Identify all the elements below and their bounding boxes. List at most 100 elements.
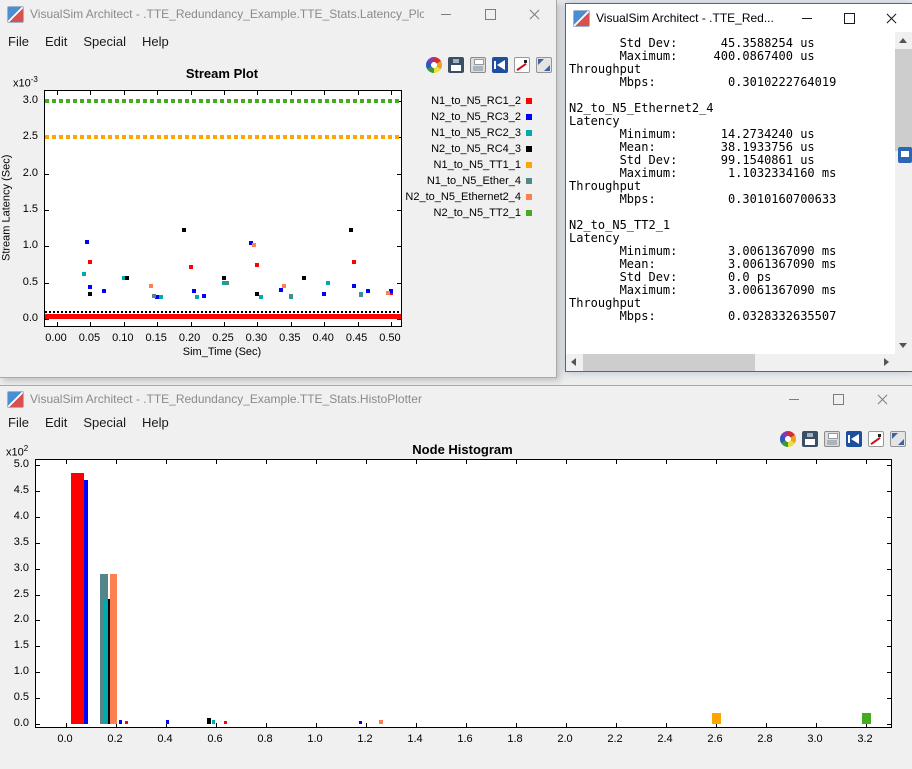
series-line-solid (45, 314, 401, 319)
palette-icon[interactable] (426, 57, 442, 73)
data-point (189, 265, 193, 269)
y-tick-label: 4.0 (0, 510, 29, 522)
y-tick-mark (36, 569, 40, 570)
x-tick-mark (324, 91, 325, 95)
legend-swatch (526, 210, 532, 216)
x-tick-mark (566, 460, 567, 464)
histogram-plot-canvas[interactable] (35, 459, 892, 728)
stream-plot-canvas[interactable] (44, 90, 402, 327)
x-tick-label: 0.45 (340, 332, 374, 344)
histogram-bar (207, 718, 211, 724)
minimize-button[interactable] (772, 386, 816, 412)
menu-help[interactable]: Help (134, 413, 177, 432)
legend-entry: N2_to_N5_Ethernet2_4 (404, 189, 532, 205)
x-tick-mark (216, 460, 217, 464)
scroll-right-arrow[interactable] (878, 354, 895, 371)
titlebar[interactable]: VisualSim Architect - .TTE_Redundancy_Ex… (0, 386, 912, 412)
vertical-scroll-thumb[interactable] (895, 49, 912, 151)
maximize-button[interactable] (828, 4, 870, 32)
minimize-button[interactable] (786, 4, 828, 32)
x-tick-label: 3.2 (848, 733, 882, 745)
x-tick-label: 1.8 (498, 733, 532, 745)
data-point (279, 288, 283, 292)
y-tick-mark (887, 491, 891, 492)
titlebar[interactable]: VisualSim Architect - .TTE_Redundancy_Ex… (0, 0, 556, 28)
legend-label: N1_to_N5_RC1_2 (431, 95, 521, 107)
print-icon[interactable] (470, 57, 486, 73)
minimize-button[interactable] (424, 0, 468, 28)
x-tick-label: 1.4 (398, 733, 432, 745)
menu-file[interactable]: File (0, 413, 37, 432)
x-tick-mark (124, 91, 125, 95)
y-tick-mark (887, 465, 891, 466)
rewind-icon[interactable] (492, 57, 508, 73)
menu-file[interactable]: File (0, 32, 37, 51)
app-icon (7, 391, 24, 408)
x-tick-mark (866, 460, 867, 464)
data-point (192, 289, 196, 293)
y-tick-mark (45, 319, 49, 320)
x-tick-mark (224, 322, 225, 326)
legend-label: N2_to_N5_RC3_2 (431, 111, 521, 123)
y-tick-label: 3.0 (0, 562, 29, 574)
x-tick-mark (566, 723, 567, 727)
x-tick-mark (366, 460, 367, 464)
x-tick-mark (666, 723, 667, 727)
app-icon (573, 10, 590, 27)
vertical-scrollbar[interactable] (895, 32, 912, 354)
scroll-up-arrow[interactable] (895, 32, 912, 49)
close-button[interactable] (512, 0, 556, 28)
menu-special[interactable]: Special (75, 413, 134, 432)
histogram-bar (166, 720, 169, 724)
x-tick-mark (157, 322, 158, 326)
x-tick-mark (124, 322, 125, 326)
legend-entry: N1_to_N5_RC1_2 (404, 93, 532, 109)
x-tick-label: 0.6 (198, 733, 232, 745)
y-tick-mark (887, 543, 891, 544)
legend-label: N1_to_N5_Ether_4 (427, 175, 521, 187)
close-button[interactable] (870, 4, 912, 32)
scroll-left-arrow[interactable] (566, 354, 583, 371)
edit-plot-icon[interactable] (514, 57, 530, 73)
maximize-icon (833, 394, 844, 405)
close-button[interactable] (860, 386, 904, 412)
save-icon[interactable] (448, 57, 464, 73)
x-tick-mark (116, 460, 117, 464)
y-tick-label: 0.0 (8, 312, 38, 324)
data-point (222, 276, 226, 280)
x-tick-mark (191, 91, 192, 95)
maximize-button[interactable] (468, 0, 512, 28)
legend-entry: N2_to_N5_RC4_3 (404, 141, 532, 157)
stream-plot-region: Stream Plot x10-3 Stream Latency (Sec) S… (0, 54, 556, 377)
x-tick-mark (157, 91, 158, 95)
data-point (386, 291, 390, 295)
menu-help[interactable]: Help (134, 32, 177, 51)
histogram-bar (84, 480, 88, 724)
y-tick-label: 0.5 (0, 691, 29, 703)
legend-swatch (526, 178, 532, 184)
y-tick-mark (45, 174, 49, 175)
menu-edit[interactable]: Edit (37, 413, 75, 432)
chart-title: Stream Plot (44, 66, 400, 81)
series-line-dashed (45, 135, 401, 139)
x-tick-label: 0.35 (273, 332, 307, 344)
data-point (102, 289, 106, 293)
legend-swatch (526, 162, 532, 168)
histogram-bar (110, 574, 117, 724)
histogram-bar (212, 720, 215, 724)
stats-text: Std Dev: 45.3588254 us Maximum: 400.0867… (566, 32, 895, 323)
titlebar[interactable]: VisualSim Architect - .TTE_Red... (566, 4, 912, 32)
x-tick-mark (90, 322, 91, 326)
horizontal-scroll-thumb[interactable] (583, 354, 755, 371)
histogram-bar (119, 720, 122, 724)
partial-window-icon[interactable] (898, 147, 912, 163)
maximize-button[interactable] (816, 386, 860, 412)
scroll-down-arrow[interactable] (895, 337, 912, 354)
zoom-fit-icon[interactable] (536, 57, 552, 73)
menu-edit[interactable]: Edit (37, 32, 75, 51)
horizontal-scrollbar[interactable] (566, 354, 895, 371)
y-tick-mark (36, 517, 40, 518)
menu-special[interactable]: Special (75, 32, 134, 51)
zoom-fit-icon[interactable] (890, 431, 906, 447)
x-tick-mark (224, 91, 225, 95)
